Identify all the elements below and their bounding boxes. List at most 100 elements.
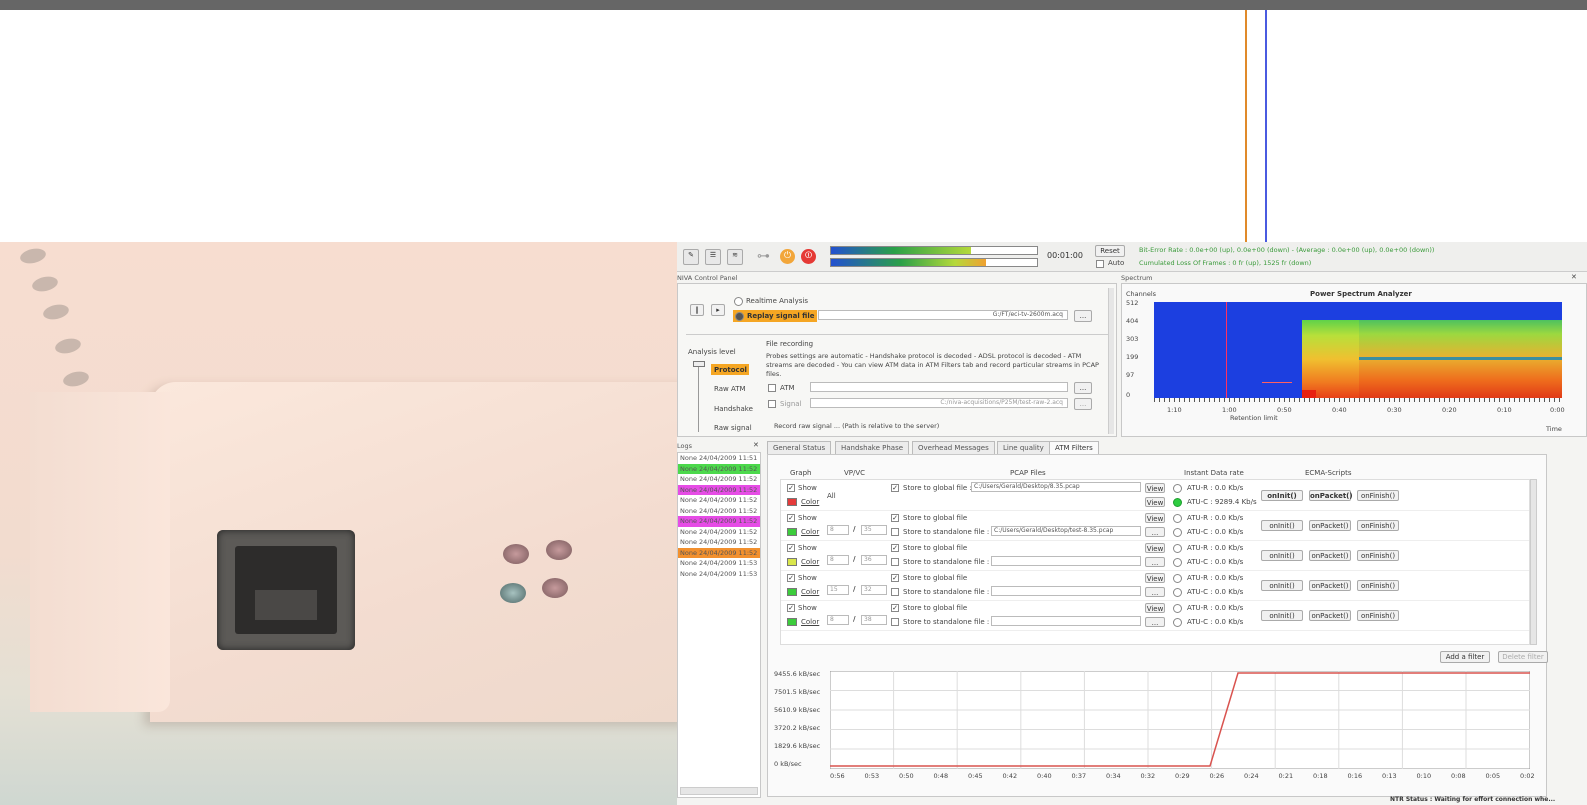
color-swatch[interactable] [787, 588, 797, 596]
log-line[interactable]: None 24/04/2009 11:53 [678, 558, 760, 569]
show-checkbox[interactable]: ✓ [787, 514, 795, 522]
level-raw-signal[interactable]: Raw signal [714, 424, 752, 432]
add-filter-button[interactable]: Add a filter [1440, 651, 1490, 663]
view-button[interactable]: View [1145, 483, 1165, 493]
log-line[interactable]: None 24/04/2009 11:52 [678, 537, 760, 548]
logs-close-icon[interactable]: ✕ [753, 441, 759, 449]
show-checkbox[interactable]: ✓ [787, 604, 795, 612]
standalone-path-field[interactable] [991, 586, 1141, 596]
store-global-checkbox[interactable]: ✓ [891, 484, 899, 492]
color-label[interactable]: Color [801, 588, 819, 596]
store-global-checkbox[interactable]: ✓ [891, 574, 899, 582]
log-line[interactable]: None 24/04/2009 11:52 [678, 474, 760, 485]
log-line[interactable]: None 24/04/2009 11:51 [678, 453, 760, 464]
standalone-path-field[interactable] [991, 616, 1141, 626]
on-packet-button[interactable]: onPacket() [1309, 490, 1353, 501]
store-global-checkbox[interactable]: ✓ [891, 604, 899, 612]
on-finish-button[interactable]: onFinish() [1357, 610, 1399, 621]
store-standalone-checkbox[interactable] [891, 588, 899, 596]
level-raw-atm[interactable]: Raw ATM [714, 385, 746, 393]
standalone-path-field[interactable]: C:/Users/Gerald/Desktop/test-8.35.pcap [991, 526, 1141, 536]
play-button[interactable]: ▸ [711, 304, 725, 316]
log-line[interactable]: None 24/04/2009 11:52 [678, 516, 760, 527]
on-init-button[interactable]: onInit() [1261, 520, 1303, 531]
vc-field[interactable]: 32 [861, 585, 887, 595]
tab-handshake-phase[interactable]: Handshake Phase [835, 441, 910, 454]
pause-button[interactable]: ‖ [690, 304, 704, 316]
atm-path-field[interactable] [810, 382, 1068, 392]
color-swatch[interactable] [787, 528, 797, 536]
atm-checkbox[interactable] [768, 384, 776, 392]
log-line[interactable]: None 24/04/2009 11:52 [678, 506, 760, 517]
tab-general-status[interactable]: General Status [767, 441, 832, 454]
on-init-button[interactable]: onInit() [1261, 490, 1303, 501]
on-finish-button[interactable]: onFinish() [1357, 550, 1399, 561]
realtime-radio[interactable] [734, 297, 743, 306]
filter-scrollbar[interactable] [1530, 479, 1537, 645]
level-slider-handle[interactable] [693, 361, 705, 367]
standalone-browse-button[interactable]: ... [1145, 527, 1165, 537]
on-init-button[interactable]: onInit() [1261, 580, 1303, 591]
log-line[interactable]: None 24/04/2009 11:52 [678, 484, 760, 495]
vp-field[interactable]: 15 [827, 585, 849, 595]
on-packet-button[interactable]: onPacket() [1309, 610, 1351, 621]
replay-radio[interactable] [735, 312, 744, 321]
control-panel-scrollbar[interactable] [1108, 288, 1114, 434]
on-packet-button[interactable]: onPacket() [1309, 520, 1351, 531]
store-global-checkbox[interactable]: ✓ [891, 514, 899, 522]
store-standalone-checkbox[interactable] [891, 528, 899, 536]
color-swatch[interactable] [787, 558, 797, 566]
store-global-checkbox[interactable]: ✓ [891, 544, 899, 552]
view-button[interactable]: View [1145, 513, 1165, 523]
log-line[interactable]: None 24/04/2009 11:52 [678, 463, 760, 474]
color-label[interactable]: Color [801, 528, 819, 536]
on-packet-button[interactable]: onPacket() [1309, 580, 1351, 591]
store-standalone-checkbox[interactable] [891, 618, 899, 626]
color-label[interactable]: Color [801, 498, 819, 506]
log-line[interactable]: None 24/04/2009 11:52 [678, 495, 760, 506]
standalone-browse-button[interactable]: ... [1145, 587, 1165, 597]
vc-field[interactable]: 36 [861, 555, 887, 565]
standalone-browse-button[interactable]: ... [1145, 557, 1165, 567]
analysis-icon[interactable]: ≋ [727, 249, 743, 265]
signal-browse-button[interactable]: ... [1074, 398, 1092, 410]
power-icon[interactable]: ⏻ [780, 249, 795, 264]
signal-path-field[interactable]: C:/niva-acquisitions/P25M/test-raw-2.acq [810, 398, 1068, 408]
show-checkbox[interactable]: ✓ [787, 544, 795, 552]
global-path-field[interactable]: C:/Users/Gerald/Desktop/8.35.pcap [971, 482, 1141, 492]
show-checkbox[interactable]: ✓ [787, 484, 795, 492]
vc-field[interactable]: 35 [861, 525, 887, 535]
level-handshake[interactable]: Handshake [714, 405, 753, 413]
tab-overhead-messages[interactable]: Overhead Messages [912, 441, 995, 454]
store-standalone-checkbox[interactable] [891, 558, 899, 566]
log-line[interactable]: None 24/04/2009 11:52 [678, 527, 760, 538]
stop-icon[interactable]: ⏼ [801, 249, 816, 264]
replay-path-field[interactable]: G:/FT/eci-tv-2600m.acq [818, 310, 1068, 320]
logs-scrollbar[interactable] [680, 787, 758, 795]
level-protocol[interactable]: Protocol [714, 366, 747, 374]
on-packet-button[interactable]: onPacket() [1309, 550, 1351, 561]
signal-checkbox[interactable] [768, 400, 776, 408]
view-button[interactable]: View [1145, 543, 1165, 553]
color-label[interactable]: Color [801, 558, 819, 566]
vp-field[interactable]: 8 [827, 525, 849, 535]
standalone-path-field[interactable] [991, 556, 1141, 566]
tab-atm-filters[interactable]: ATM Filters [1049, 441, 1099, 454]
delete-filter-button[interactable]: Delete filter [1498, 651, 1548, 663]
log-icon[interactable]: ☰ [705, 249, 721, 265]
on-init-button[interactable]: onInit() [1261, 610, 1303, 621]
on-finish-button[interactable]: onFinish() [1357, 490, 1399, 501]
atm-browse-button[interactable]: ... [1074, 382, 1092, 394]
vc-field[interactable]: 38 [861, 615, 887, 625]
on-finish-button[interactable]: onFinish() [1357, 580, 1399, 591]
view-button[interactable]: View [1145, 573, 1165, 583]
vp-field[interactable]: 8 [827, 615, 849, 625]
tab-line-quality[interactable]: Line quality [997, 441, 1050, 454]
color-swatch[interactable] [787, 498, 797, 506]
show-checkbox[interactable]: ✓ [787, 574, 795, 582]
on-init-button[interactable]: onInit() [1261, 550, 1303, 561]
color-label[interactable]: Color [801, 618, 819, 626]
tools-icon[interactable]: ✎ [683, 249, 699, 265]
vp-field[interactable]: 8 [827, 555, 849, 565]
view-button[interactable]: View [1145, 603, 1165, 613]
